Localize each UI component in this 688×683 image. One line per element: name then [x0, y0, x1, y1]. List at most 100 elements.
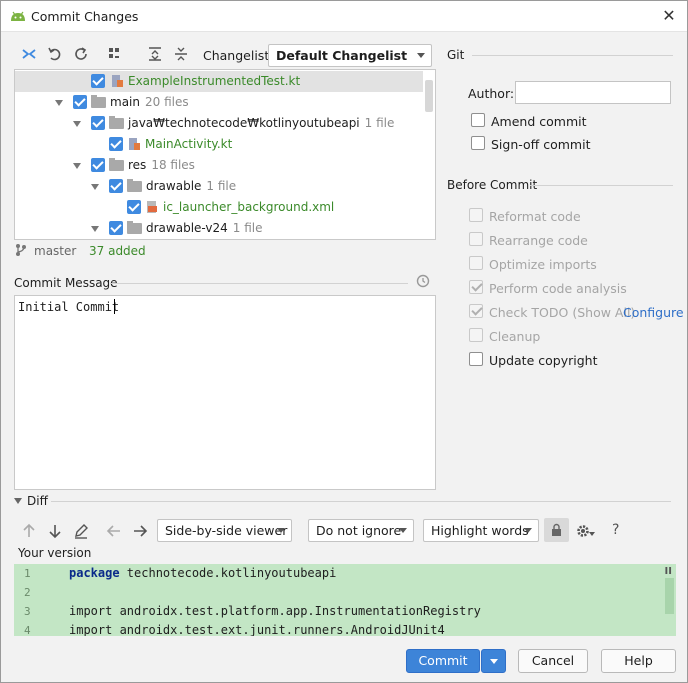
tree-row[interactable]: java₩technotecode₩kotlinyoutubeapi 1 file: [15, 113, 423, 134]
reformat-checkbox[interactable]: [469, 208, 483, 222]
divider: [51, 501, 671, 502]
divider: [472, 55, 673, 56]
commit-options-button[interactable]: [481, 649, 506, 673]
history-clock-icon[interactable]: [416, 274, 430, 288]
update-copyright-checkbox[interactable]: [469, 352, 483, 366]
optimize-imports-checkbox[interactable]: [469, 256, 483, 270]
rollback-icon[interactable]: [46, 45, 64, 63]
branch-icon: [16, 244, 26, 256]
collapse-arrows-icon[interactable]: [20, 45, 38, 63]
tree-row[interactable]: MainActivity.kt: [15, 134, 423, 155]
cancel-button[interactable]: Cancel: [518, 649, 588, 673]
amend-checkbox[interactable]: [471, 113, 485, 127]
window-title: Commit Changes: [31, 9, 139, 24]
chevron-down-icon: [589, 532, 595, 536]
before-commit-title: Before Commit: [447, 178, 538, 192]
help-icon[interactable]: ?: [612, 522, 619, 538]
folder-icon: [91, 95, 106, 108]
arrow-up-icon[interactable]: [19, 521, 39, 541]
reformat-label: Reformat code: [489, 209, 581, 224]
code-analysis-label: Perform code analysis: [489, 281, 627, 296]
diff-collapse-icon[interactable]: [14, 498, 22, 504]
chevron-down-icon[interactable]: [91, 226, 99, 232]
expand-all-icon[interactable]: [146, 45, 164, 63]
signoff-label: Sign-off commit: [491, 137, 591, 152]
folder-icon: [109, 116, 124, 129]
author-label: Author:: [468, 86, 515, 101]
kotlin-file-icon: [129, 138, 140, 150]
tree-row[interactable]: res 18 files: [15, 155, 423, 176]
commit-message-text: Initial Commit: [18, 300, 120, 314]
tree-row[interactable]: main 20 files: [15, 92, 423, 113]
pause-icon[interactable]: II: [665, 566, 672, 577]
group-by-icon[interactable]: [106, 45, 124, 63]
rearrange-checkbox[interactable]: [469, 232, 483, 246]
chevron-down-icon[interactable]: [55, 100, 63, 106]
cleanup-label: Cleanup: [489, 329, 541, 344]
commit-changes-dialog: Commit Changes ✕ Changelist: Default Cha…: [0, 0, 688, 683]
checkbox[interactable]: [73, 95, 87, 109]
highlight-select[interactable]: Highlight words: [423, 519, 539, 542]
update-copyright-label: Update copyright: [489, 353, 598, 368]
checkbox[interactable]: [109, 179, 123, 193]
android-icon: [11, 11, 25, 21]
chevron-down-icon[interactable]: [73, 121, 81, 127]
check-todo-label: Check TODO (Show All): [489, 305, 636, 320]
commit-message-label: Commit Message: [14, 276, 118, 290]
chevron-down-icon: [399, 528, 407, 533]
changelist-label: Changelist:: [203, 48, 274, 63]
arrow-left-icon[interactable]: [104, 521, 124, 541]
close-icon[interactable]: ✕: [659, 6, 679, 26]
chevron-down-icon: [490, 659, 498, 664]
tree-row[interactable]: ic_launcher_background.xml: [15, 197, 423, 218]
changelist-select[interactable]: Default Changelist: [268, 44, 432, 67]
signoff-checkbox[interactable]: [471, 136, 485, 150]
checkbox[interactable]: [109, 137, 123, 151]
checkbox[interactable]: [109, 221, 123, 235]
optimize-imports-label: Optimize imports: [489, 257, 597, 272]
tree-row[interactable]: drawable 1 file: [15, 176, 423, 197]
lock-toggle[interactable]: [544, 518, 569, 542]
diff-line: 1 package technotecode.kotlinyoutubeapi: [24, 566, 337, 580]
rearrange-label: Rearrange code: [489, 233, 588, 248]
refresh-icon[interactable]: [72, 45, 90, 63]
diff-editor[interactable]: 1 package technotecode.kotlinyoutubeapi 2…: [14, 564, 676, 636]
chevron-down-icon[interactable]: [91, 184, 99, 190]
diff-scrollbar[interactable]: [665, 578, 674, 614]
code-analysis-checkbox[interactable]: [469, 280, 483, 294]
title-bar: Commit Changes ✕: [1, 1, 687, 32]
arrow-right-icon[interactable]: [130, 521, 150, 541]
tree-row[interactable]: drawable-v24 1 file: [15, 218, 423, 239]
collapse-all-icon[interactable]: [172, 45, 190, 63]
kotlin-file-icon: [112, 75, 123, 87]
folder-icon: [127, 221, 142, 234]
checkbox[interactable]: [91, 74, 105, 88]
branch-name: master: [34, 244, 77, 258]
arrow-down-icon[interactable]: [45, 521, 65, 541]
diff-label: Diff: [27, 494, 48, 508]
tree-scrollbar[interactable]: [425, 80, 433, 112]
edit-pencil-icon[interactable]: [71, 521, 91, 541]
checkbox[interactable]: [91, 116, 105, 130]
viewer-select[interactable]: Side-by-side viewer: [157, 519, 292, 542]
diff-line: 4 import androidx.test.ext.junit.runners.…: [24, 623, 445, 636]
help-button[interactable]: Help: [601, 649, 676, 673]
author-input[interactable]: [515, 81, 671, 104]
ignore-select[interactable]: Do not ignore: [308, 519, 414, 542]
commit-button[interactable]: Commit: [406, 649, 480, 673]
checkbox[interactable]: [127, 200, 141, 214]
configure-link[interactable]: Configure: [623, 305, 684, 320]
divider: [530, 185, 673, 186]
tree-row[interactable]: ExampleInstrumentedTest.kt: [15, 71, 423, 92]
commit-message-input[interactable]: Initial Commit: [14, 295, 436, 490]
gear-icon[interactable]: [573, 521, 593, 541]
cleanup-checkbox[interactable]: [469, 328, 483, 342]
your-version-label: Your version: [18, 546, 92, 560]
folder-icon: [109, 158, 124, 171]
git-section-title: Git: [447, 48, 465, 62]
changes-tree[interactable]: ExampleInstrumentedTest.kt main 20 files …: [14, 69, 436, 240]
checkbox[interactable]: [91, 158, 105, 172]
chevron-down-icon[interactable]: [73, 163, 81, 169]
xml-file-icon: [147, 201, 157, 213]
check-todo-checkbox[interactable]: [469, 304, 483, 318]
